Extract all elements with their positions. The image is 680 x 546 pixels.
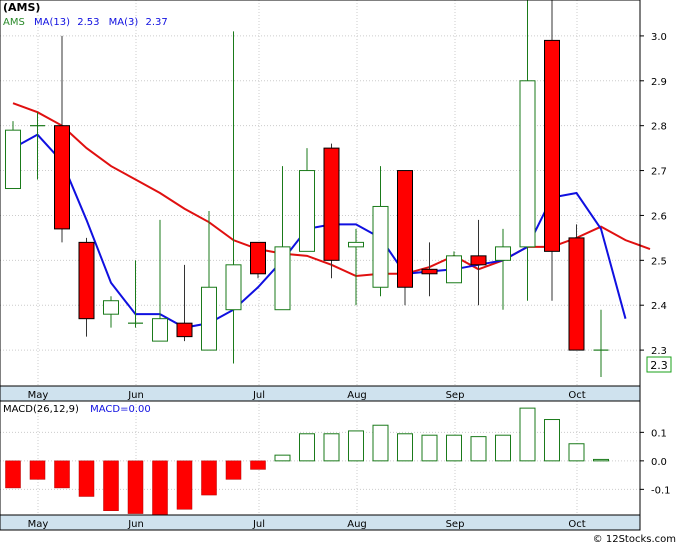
macd-ytick-label: -0.1 bbox=[651, 485, 671, 496]
month-label: Oct bbox=[568, 390, 585, 401]
price-x-axis: May Jun Jul Aug Sep Oct bbox=[0, 385, 641, 402]
macd-bar bbox=[29, 460, 46, 480]
candle-body bbox=[348, 241, 364, 248]
price-ytick-label: 2.4 bbox=[651, 301, 667, 312]
macd-bar bbox=[152, 460, 168, 517]
month-label: Aug bbox=[347, 390, 367, 401]
macd-bar bbox=[103, 460, 119, 511]
candle-body bbox=[176, 322, 193, 338]
price-ytick-label: 2.8 bbox=[651, 122, 667, 133]
macd-bar bbox=[201, 460, 217, 496]
price-ytick-label: 3.0 bbox=[651, 32, 667, 43]
macd-bar bbox=[372, 424, 389, 462]
macd-bar bbox=[176, 460, 193, 510]
macd-bar bbox=[127, 460, 144, 514]
macd-ytick-label: 0.1 bbox=[651, 428, 667, 439]
macd-bar bbox=[470, 436, 487, 462]
candle-body bbox=[225, 264, 242, 311]
month-label: Sep bbox=[446, 390, 465, 401]
price-ytick-label: 2.5 bbox=[651, 256, 667, 267]
macd-legend: MACD(26,12,9) MACD=0.00 bbox=[3, 404, 151, 415]
candle-body bbox=[519, 80, 536, 248]
candle-body bbox=[421, 268, 438, 275]
candle-body bbox=[5, 129, 21, 190]
price-ytick-label: 2.7 bbox=[651, 167, 667, 178]
month-label: May bbox=[28, 519, 49, 530]
macd-bar bbox=[299, 433, 315, 462]
month-label: Jul bbox=[252, 390, 265, 401]
month-label: Aug bbox=[347, 519, 367, 530]
legend-ma3-value: 2.37 bbox=[145, 17, 167, 28]
macd-bar bbox=[225, 460, 242, 480]
candle-body bbox=[568, 237, 585, 351]
macd-bar bbox=[5, 460, 21, 489]
candle-body bbox=[103, 300, 119, 315]
macd-x-axis: May Jun Jul Aug Sep Oct bbox=[0, 514, 641, 531]
candle-body bbox=[544, 39, 560, 252]
candle-body bbox=[446, 255, 462, 284]
month-label: Oct bbox=[568, 519, 585, 530]
macd-bar bbox=[568, 443, 585, 462]
month-label: May bbox=[28, 390, 49, 401]
candle bbox=[5, 121, 21, 190]
macd-bar bbox=[544, 419, 560, 462]
candle-body bbox=[299, 170, 315, 252]
symbol-label: (AMS) bbox=[3, 1, 40, 14]
copyright-footer: © 12Stocks.com bbox=[593, 534, 676, 545]
price-ytick-label: 2.6 bbox=[651, 211, 667, 222]
macd-ytick-label: 0.0 bbox=[651, 457, 667, 468]
macd-bar bbox=[250, 460, 266, 470]
candle bbox=[323, 143, 340, 279]
price-ytick-label: 2.9 bbox=[651, 77, 667, 88]
month-label: Jun bbox=[127, 519, 144, 530]
candle-body bbox=[78, 241, 95, 320]
macd-bar bbox=[519, 407, 536, 462]
candle bbox=[446, 251, 462, 284]
month-label: Jul bbox=[252, 519, 265, 530]
stock-chart: 2.3 2.4 2.5 2.6 2.7 2.8 2.9 3.0 2.3 (AMS) AMS M… bbox=[0, 0, 680, 546]
macd-bar bbox=[348, 430, 364, 462]
candle-body bbox=[495, 246, 511, 261]
macd-bar bbox=[54, 460, 70, 489]
macd-bar bbox=[446, 434, 462, 462]
candle bbox=[250, 241, 266, 279]
candle-body bbox=[250, 241, 266, 275]
candle-body bbox=[274, 246, 291, 311]
candle-body bbox=[372, 205, 389, 288]
candle-body bbox=[201, 286, 217, 351]
macd-bar bbox=[323, 433, 340, 462]
candle-body bbox=[397, 170, 413, 288]
candle-body bbox=[470, 255, 487, 266]
macd-bar bbox=[593, 458, 609, 462]
macd-value: MACD=0.00 bbox=[90, 404, 151, 415]
legend-ams: AMS bbox=[3, 17, 25, 28]
legend-ma13-name: MA(13) bbox=[34, 17, 70, 28]
month-label: Sep bbox=[446, 519, 465, 530]
macd-bar bbox=[78, 460, 95, 497]
macd-bar bbox=[397, 433, 413, 462]
candle-body bbox=[323, 147, 340, 261]
last-price-label: 2.3 bbox=[650, 359, 668, 372]
candle bbox=[397, 170, 413, 306]
macd-title: MACD(26,12,9) bbox=[3, 404, 79, 415]
macd-bar bbox=[421, 434, 438, 462]
macd-bar bbox=[274, 454, 291, 462]
legend-ma3-name: MA(3) bbox=[109, 17, 139, 28]
candle bbox=[568, 224, 585, 351]
legend-ma13-value: 2.53 bbox=[77, 17, 99, 28]
candle-body bbox=[54, 125, 70, 230]
macd-bar bbox=[495, 434, 511, 462]
candle-body bbox=[152, 318, 168, 342]
month-label: Jun bbox=[127, 390, 144, 401]
price-ytick-label: 2.3 bbox=[651, 346, 667, 357]
